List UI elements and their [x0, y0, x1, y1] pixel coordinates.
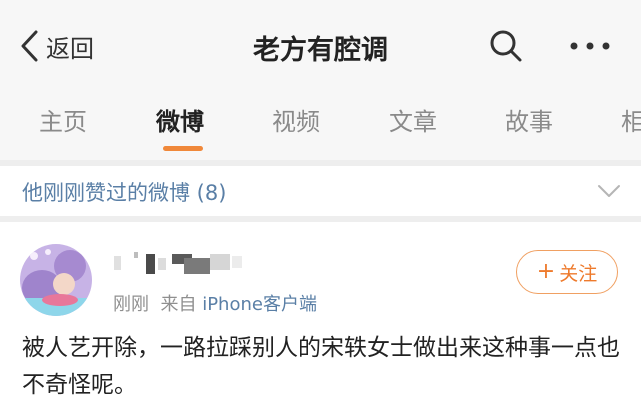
top-bar: 返回 老方有腔调: [0, 0, 641, 88]
liked-weibo-bar[interactable]: 他刚刚赞过的微博 (8): [0, 166, 641, 216]
profile-tabs: 主页 微博 视频 文章 故事 相: [0, 88, 641, 160]
tab-album[interactable]: 相: [621, 102, 641, 137]
plus-icon: +: [536, 259, 556, 284]
tab-video[interactable]: 视频: [272, 102, 320, 137]
source-prefix: 来自: [160, 294, 197, 315]
post-meta: 刚刚 来自 iPhone客户端: [113, 290, 317, 316]
more-icon[interactable]: [566, 28, 614, 64]
post-time: 刚刚: [113, 294, 149, 315]
back-button[interactable]: 返回: [18, 26, 94, 66]
tab-weibo[interactable]: 微博: [156, 102, 204, 137]
back-label: 返回: [46, 34, 94, 63]
tab-article[interactable]: 文章: [389, 102, 437, 137]
avatar-illustration: [20, 244, 92, 316]
post-source[interactable]: iPhone客户端: [202, 294, 317, 315]
back-arrow-icon: [21, 30, 38, 62]
page-title: 老方有腔调: [253, 35, 388, 66]
chevron-down-icon: [598, 185, 620, 197]
liked-weibo-label: 他刚刚赞过的微博 (8): [22, 181, 227, 205]
post-text: 被人艺开除，一路拉踩别人的宋轶女士做出来这种事一点也不奇怪呢。: [22, 335, 620, 398]
active-tab-indicator: [163, 146, 203, 151]
username-redacted: [114, 252, 242, 274]
follow-label: 关注: [559, 262, 598, 285]
follow-button[interactable]: + 关注: [516, 250, 618, 294]
search-icon[interactable]: [488, 28, 524, 64]
tab-story[interactable]: 故事: [505, 102, 553, 137]
tab-home[interactable]: 主页: [39, 102, 87, 137]
divider: [0, 216, 641, 222]
avatar[interactable]: [20, 244, 92, 316]
